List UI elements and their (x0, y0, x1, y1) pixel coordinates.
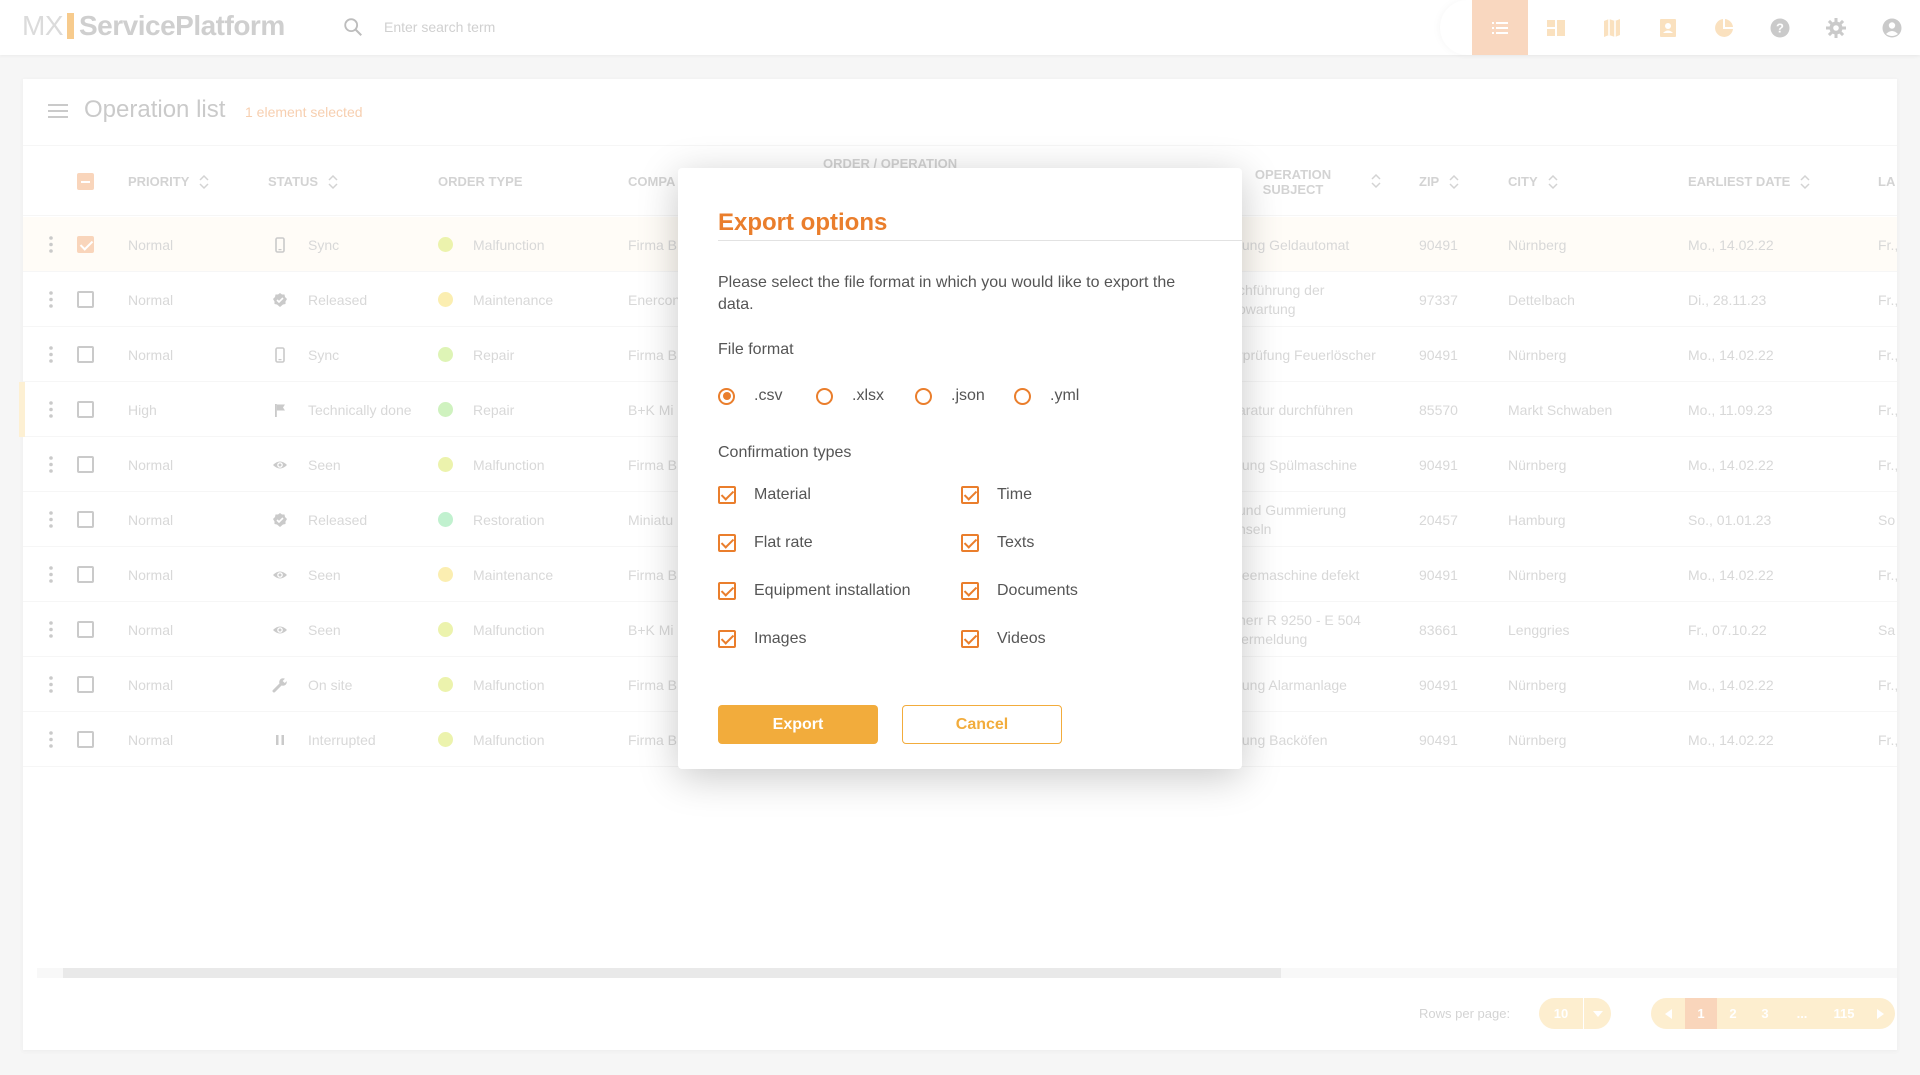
checkbox-label: Time (997, 486, 1032, 503)
checkbox-label: Documents (997, 582, 1078, 599)
format-radio[interactable]: .yml (1014, 385, 1079, 407)
format-radio[interactable]: .xlsx (816, 385, 884, 407)
checkbox-label: Videos (997, 630, 1046, 647)
confirmation-checkbox[interactable]: Texts (961, 532, 1034, 554)
confirmation-checkbox[interactable]: Flat rate (718, 532, 813, 554)
checkbox-label: Images (754, 630, 807, 647)
format-label: .yml (1050, 387, 1080, 404)
file-format-label: File format (718, 341, 794, 358)
export-options-dialog: Export options Please select the file fo… (678, 168, 1242, 769)
dialog-description: Please select the file format in which y… (718, 274, 1176, 313)
format-radio[interactable]: .json (915, 385, 985, 407)
radio-circle[interactable] (816, 387, 833, 405)
checkbox-box[interactable] (718, 486, 736, 504)
checkbox-label: Flat rate (754, 534, 813, 551)
confirmation-checkbox[interactable]: Videos (961, 628, 1046, 650)
confirmation-checkbox[interactable]: Material (718, 484, 811, 506)
confirmation-checkbox[interactable]: Time (961, 484, 1032, 506)
cancel-button[interactable]: Cancel (902, 705, 1062, 744)
radio-circle[interactable] (718, 387, 735, 405)
format-label: .csv (754, 387, 783, 404)
dialog-divider (718, 240, 1242, 241)
checkbox-box[interactable] (961, 630, 979, 648)
checkbox-label: Equipment installation (754, 582, 911, 599)
export-button[interactable]: Export (718, 705, 878, 744)
confirmation-checkbox[interactable]: Images (718, 628, 806, 650)
dialog-title: Export options (718, 209, 888, 236)
checkbox-box[interactable] (718, 534, 736, 552)
checkbox-label: Material (754, 486, 811, 503)
confirmation-checkbox[interactable]: Equipment installation (718, 580, 911, 602)
checkbox-box[interactable] (961, 534, 979, 552)
checkbox-box[interactable] (718, 630, 736, 648)
format-label: .xlsx (852, 387, 884, 404)
confirmation-checkbox[interactable]: Documents (961, 580, 1078, 602)
checkbox-label: Texts (997, 534, 1035, 551)
radio-circle[interactable] (915, 387, 932, 405)
format-radio[interactable]: .csv (718, 385, 782, 407)
radio-circle[interactable] (1014, 387, 1031, 405)
checkbox-box[interactable] (961, 582, 979, 600)
checkbox-box[interactable] (961, 486, 979, 504)
confirmation-types-label: Confirmation types (718, 444, 852, 461)
format-label: .json (951, 387, 985, 404)
checkbox-box[interactable] (718, 582, 736, 600)
